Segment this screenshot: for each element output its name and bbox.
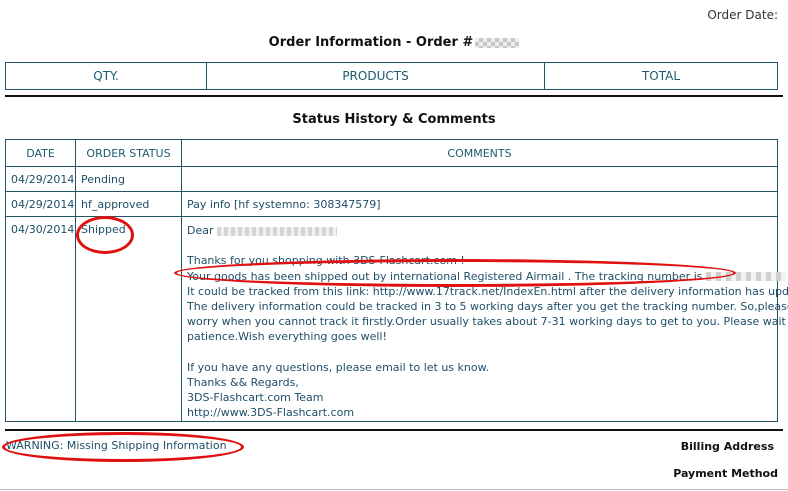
column-date: DATE xyxy=(5,139,76,167)
row-status: Shipped xyxy=(75,216,182,422)
bottom-rule xyxy=(0,489,788,490)
comment-questions: If you have any questions, please email … xyxy=(187,360,490,374)
status-header-row: DATE ORDER STATUS COMMENTS xyxy=(5,139,778,167)
comment-greeting: Dear xyxy=(187,223,772,238)
column-comments: COMMENTS xyxy=(181,139,778,167)
row-date: 04/30/2014 xyxy=(5,216,76,422)
redacted-tracking-number xyxy=(705,272,786,282)
status-history-title: Status History & Comments xyxy=(292,112,496,127)
billing-address-heading: Billing Address xyxy=(680,440,774,453)
redacted-customer-name xyxy=(217,226,338,236)
comment-delivery-2: worry when you cannot track it firstly.O… xyxy=(187,315,788,329)
column-order-status: ORDER STATUS xyxy=(75,139,182,167)
comment-track-link: It could be tracked from this link: http… xyxy=(187,284,788,298)
comment-thanks: Thanks for you shopping with 3DS-Flashca… xyxy=(187,254,465,268)
status-history-table: DATE ORDER STATUS COMMENTS 04/29/2014 Pe… xyxy=(5,139,788,422)
shipped-text: Your goods has been shipped out by inter… xyxy=(187,269,703,283)
row-comment: Pay info [hf systemno: 308347579] xyxy=(181,191,778,217)
redacted-order-number xyxy=(475,37,520,48)
row-status: Pending xyxy=(75,166,182,192)
comment-site: http://www.3DS-Flashcart.com xyxy=(187,406,355,420)
order-title-text: Order Information - Order # xyxy=(268,35,474,50)
row-status: hf_approved xyxy=(75,191,182,217)
table-row: 04/30/2014 Shipped Dear Thanks for you s… xyxy=(5,216,788,422)
comment-team: 3DS-Flashcart.com Team xyxy=(187,391,324,405)
row-date: 04/29/2014 xyxy=(5,166,76,192)
comment-delivery-1: The delivery information could be tracke… xyxy=(187,300,788,313)
greeting-text: Dear xyxy=(187,224,214,237)
comment-regards: Thanks && Regards, xyxy=(187,376,299,389)
products-table: QTY. PRODUCTS TOTAL xyxy=(5,62,778,90)
order-title: Order Information - Order # xyxy=(0,35,788,50)
column-total: TOTAL xyxy=(544,62,778,90)
section-divider xyxy=(5,95,783,97)
table-row: 04/29/2014 Pending xyxy=(5,166,778,192)
comment-delivery-3: patience.Wish everything goes well! xyxy=(187,330,387,344)
column-products: PRODUCTS xyxy=(206,62,545,90)
table-row: 04/29/2014 hf_approved Pay info [hf syst… xyxy=(5,191,778,217)
row-date: 04/29/2014 xyxy=(5,191,76,217)
missing-shipping-warning: WARNING: Missing Shipping Information xyxy=(6,439,227,452)
comment-shipped: Your goods has been shipped out by inter… xyxy=(187,269,786,284)
row-comment-shipped: Dear Thanks for you shopping with 3DS-Fl… xyxy=(181,216,788,422)
column-qty: QTY. xyxy=(5,62,207,90)
products-header-row: QTY. PRODUCTS TOTAL xyxy=(5,62,778,90)
payment-method-heading: Payment Method xyxy=(673,467,778,480)
order-date-label: Order Date: xyxy=(707,8,778,22)
footer-divider xyxy=(5,429,783,431)
row-comment xyxy=(181,166,778,192)
